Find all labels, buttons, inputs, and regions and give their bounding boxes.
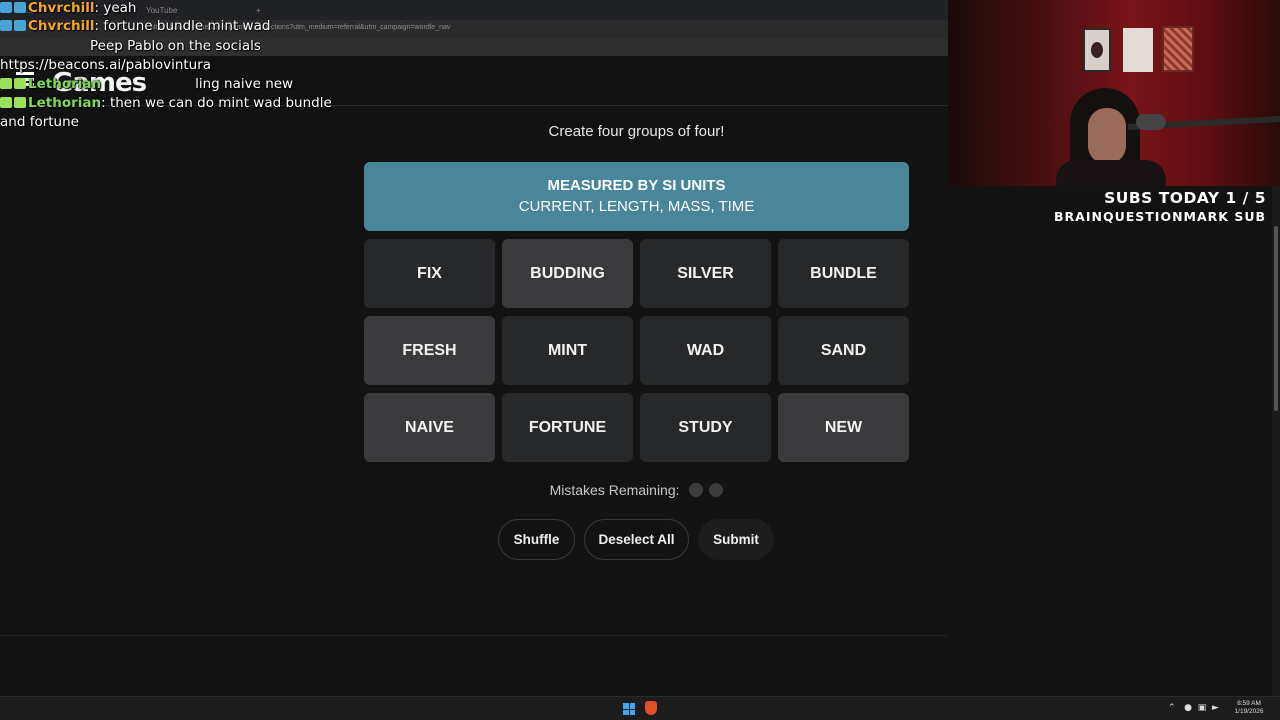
solved-group-words: CURRENT, LENGTH, MASS, TIME [518,198,755,215]
solved-group-title: MEASURED BY SI UNITS [547,177,726,194]
mistake-dot [709,483,724,497]
windows-start-icon[interactable] [623,703,635,715]
divider [0,635,948,636]
chat-text: : then we can do mint wad bundle [101,95,332,111]
badge-icon [14,97,26,108]
mic-icon[interactable]: ● [1184,703,1192,713]
word-tile[interactable]: SAND [778,316,909,385]
chat-username: Lethorian [28,76,102,92]
chat-message: Peep Pablo on the socials [90,38,261,54]
chat-message: Chvrchill: fortune bundle mint wad [0,18,270,34]
wall-art [1123,28,1153,72]
mistakes-label: Mistakes Remaining: [549,482,680,498]
shuffle-button[interactable]: Shuffle [498,519,575,560]
word-tile[interactable]: MINT [502,316,633,385]
badge-icon [14,78,26,89]
chat-text: ling naive new [195,76,294,92]
network-icon[interactable]: ▣ [1198,703,1207,713]
clock-date: 1/19/2026 [1234,708,1264,715]
word-tile[interactable]: STUDY [640,393,771,462]
microphone-icon [1136,114,1166,130]
brave-browser-icon[interactable] [645,701,657,715]
solved-group: MEASURED BY SI UNITS CURRENT, LENGTH, MA… [364,162,909,231]
chat-text: https://beacons.ai/pablovintura [0,57,212,73]
word-tile[interactable]: SILVER [640,239,771,308]
volume-icon[interactable]: ► [1212,703,1219,713]
chat-message: Lethorian ling naive new [0,76,293,92]
scrollbar[interactable] [1272,186,1280,696]
badge-icon [0,20,12,31]
wall-art [1162,26,1194,72]
word-tile[interactable]: BUDDING [502,239,633,308]
chat-username: Chvrchill [28,18,95,34]
word-tile[interactable]: WAD [640,316,771,385]
word-tile[interactable]: FIX [364,239,495,308]
new-tab-button[interactable]: + [250,3,267,18]
game-instructions: Create four groups of four! [548,123,725,140]
chat-text: Peep Pablo on the socials [90,38,261,54]
chat-username: Lethorian [28,95,102,111]
chat-text: : yeah [94,0,137,16]
deselect-all-button[interactable]: Deselect All [584,519,689,560]
word-tile[interactable]: FORTUNE [502,393,633,462]
chat-message: Lethorian: then we can do mint wad bundl… [0,95,332,111]
latest-sub-name: BRAINQUESTIONMARK SUB [1054,209,1266,224]
word-tile[interactable]: NEW [778,393,909,462]
browser-tab-bar: ... ... YouTube + [0,0,948,20]
chat-text: and fortune [0,114,79,130]
subs-today-counter: SUBS TODAY 1 / 5 [1104,189,1266,207]
badge-icon [0,78,12,89]
word-tile[interactable]: NAIVE [364,393,495,462]
chat-text: : fortune bundle mint wad [94,18,271,34]
badge-icon [14,2,26,13]
chevron-up-icon[interactable]: ⌃ [1168,703,1176,713]
mistake-dots [683,482,724,498]
badge-icon [14,20,26,31]
taskbar-clock[interactable]: 8:59 AM 1/19/2026 [1226,700,1272,716]
webcam-feed [948,0,1280,186]
word-tile[interactable]: FRESH [364,316,495,385]
scrollbar-thumb[interactable] [1274,226,1278,411]
streamer-body [1056,160,1166,186]
system-tray[interactable]: ⌃ ● ▣ ► [1168,703,1219,713]
streamer-face [1088,108,1126,164]
mistake-dot [689,483,704,497]
browser-tab[interactable]: YouTube [140,3,183,18]
mistakes-remaining: Mistakes Remaining: [364,482,909,498]
chat-message: Chvrchill: yeah [0,0,136,16]
taskbar: ⌃ ● ▣ ► 8:59 AM 1/19/2026 [0,696,1280,720]
chat-message: and fortune [0,114,79,130]
clock-time: 8:59 AM [1237,700,1261,707]
chat-message: https://beacons.ai/pablovintura [0,57,211,73]
chat-username: Chvrchill [28,0,95,16]
badge-icon [0,2,12,13]
badge-icon [0,97,12,108]
screen: ... ... YouTube + https://www.nytimes.co… [0,0,1280,720]
wall-art [1083,28,1111,72]
word-tile[interactable]: BUNDLE [778,239,909,308]
submit-button[interactable]: Submit [698,519,774,560]
